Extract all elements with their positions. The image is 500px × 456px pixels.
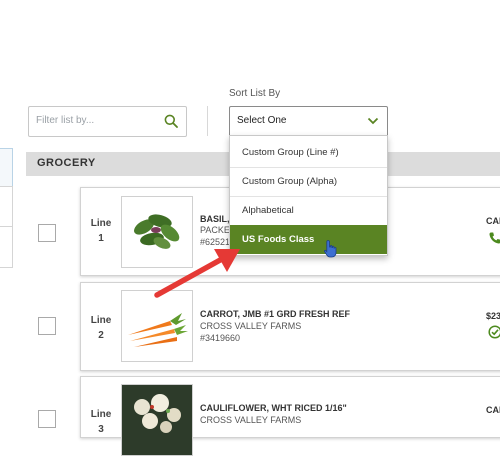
row-status-text: CAL — [486, 405, 500, 415]
check-circle-icon — [488, 325, 500, 339]
sort-selected-value: Select One — [237, 115, 287, 126]
sort-option-custom-group-alpha[interactable]: Custom Group (Alpha) — [230, 167, 387, 196]
product-image[interactable] — [121, 384, 193, 456]
product-name[interactable]: CAULIFLOWER, WHT RICED 1/16" — [200, 403, 347, 413]
search-icon[interactable] — [164, 114, 178, 128]
product-number: #3419660 — [200, 333, 241, 343]
side-panel-card — [0, 186, 13, 228]
annotation-arrow — [154, 249, 240, 298]
side-panel-card — [0, 226, 13, 268]
side-panel-card — [0, 148, 13, 188]
line-number: 2 — [98, 330, 104, 341]
line-label: Line — [90, 315, 112, 326]
cauliflower-image — [122, 385, 192, 455]
line-label: Line — [90, 409, 112, 420]
product-row: Line 3 CAULIFLOWER, WHT RICED 1/16" CROS… — [80, 376, 500, 456]
line-number: 3 — [98, 424, 104, 435]
sort-option-us-foods-class[interactable]: US Foods Class — [230, 225, 387, 254]
phone-icon[interactable] — [488, 231, 500, 245]
product-name[interactable]: CARROT, JMB #1 GRD FRESH REF — [200, 309, 350, 319]
sort-label: Sort List By — [229, 88, 281, 99]
section-title: GROCERY — [37, 157, 96, 169]
row-status-text: CAL — [486, 216, 500, 226]
row-checkbox[interactable] — [38, 317, 56, 335]
sort-option-alphabetical[interactable]: Alphabetical — [230, 196, 387, 225]
row-checkbox[interactable] — [38, 410, 56, 428]
product-brand: CROSS VALLEY FARMS — [200, 321, 302, 331]
row-price: $23 — [486, 311, 500, 321]
sort-option-custom-group-line[interactable]: Custom Group (Line #) — [230, 138, 387, 167]
divider — [207, 106, 208, 136]
sort-dropdown-menu: Custom Group (Line #) Custom Group (Alph… — [229, 135, 388, 256]
product-brand: PACKE — [200, 225, 230, 235]
product-row: Line 2 CARROT, JMB #1 GRD FRESH REF CROS… — [80, 282, 500, 371]
row-checkbox[interactable] — [38, 224, 56, 242]
product-name[interactable]: BASIL, — [200, 214, 230, 224]
filter-input[interactable]: Filter list by... — [28, 106, 187, 137]
line-label: Line — [90, 218, 112, 229]
filter-placeholder: Filter list by... — [36, 115, 95, 126]
sort-select[interactable]: Select One — [229, 106, 388, 137]
chevron-down-icon — [367, 117, 379, 125]
line-number: 1 — [98, 233, 104, 244]
hand-cursor-icon — [324, 240, 337, 258]
